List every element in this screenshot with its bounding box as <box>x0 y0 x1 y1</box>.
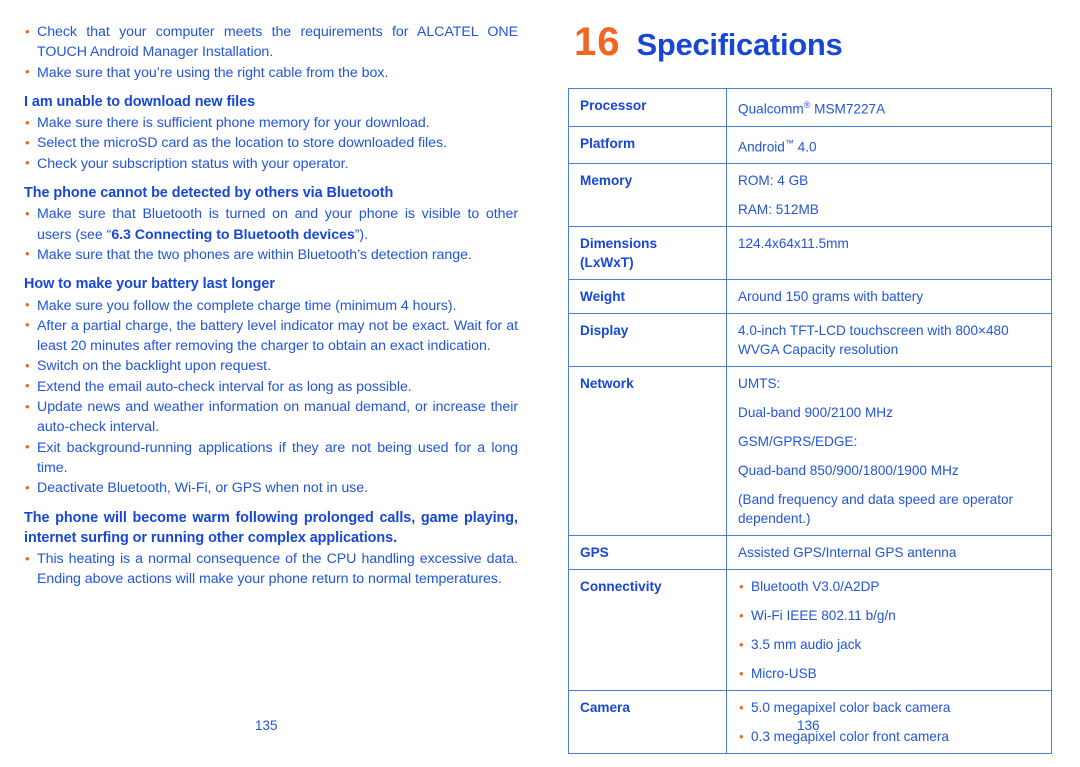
spec-key: Platform <box>568 125 727 165</box>
bullet-item: Make sure that you’re using the right ca… <box>24 62 518 83</box>
spec-key: GPS <box>568 535 727 571</box>
spec-value: 4.0-inch TFT-LCD touchscreen with 800×48… <box>726 313 1052 368</box>
bullet-item: Make sure that Bluetooth is turned on an… <box>24 204 518 245</box>
section-heading: The phone cannot be detected by others v… <box>24 185 394 202</box>
spec-value-bullet: Bluetooth V3.0/A2DP <box>738 577 1042 596</box>
spec-value: Assisted GPS/Internal GPS antenna <box>726 535 1052 571</box>
spec-key: Camera <box>568 690 727 755</box>
bullet-text-post: ”). <box>354 226 368 243</box>
section-heading: The phone will become warm following pro… <box>24 509 518 546</box>
table-row: Platform Android™ 4.0 <box>568 125 1052 165</box>
spec-value-bullet: 3.5 mm audio jack <box>738 635 1042 654</box>
bullet-item: Exit background-running applications if … <box>24 437 518 479</box>
spec-key: Memory <box>568 163 727 228</box>
spec-value-bullet: Micro-USB <box>738 664 1042 683</box>
bullet-item: Make sure that the two phones are within… <box>24 244 518 265</box>
spec-value-line: Around 150 grams with battery <box>738 289 924 305</box>
spec-value: Bluetooth V3.0/A2DP Wi-Fi IEEE 802.11 b/g… <box>726 569 1052 692</box>
bullet-item: Select the microSD card as the location … <box>24 133 518 154</box>
chapter-title: Specifications <box>636 27 843 62</box>
spec-value-line: ROM: 4 GB <box>738 173 809 189</box>
spec-value-line: 4.0-inch TFT-LCD touchscreen with 800×48… <box>738 323 1009 358</box>
registered-mark-icon: ® <box>803 100 811 110</box>
specifications-table: Processor Qualcomm® MSM7227A Platform Andro… <box>568 88 1052 755</box>
table-row: Connectivity Bluetooth V3.0/A2DP Wi-Fi IEE… <box>568 569 1052 692</box>
spec-key: Connectivity <box>568 569 727 692</box>
bullet-item: Switch on the backlight upon request. <box>24 356 518 377</box>
table-row: Processor Qualcomm® MSM7227A <box>568 88 1052 127</box>
chapter-number: 16 <box>574 20 621 64</box>
section-heading: I am unable to download new files <box>24 93 256 110</box>
table-row: Weight Around 150 grams with battery <box>568 279 1052 315</box>
specifications-table-body: Processor Qualcomm® MSM7227A Platform Andro… <box>568 88 1052 755</box>
spec-value: 124.4x64x11.5mm <box>726 226 1052 281</box>
spec-value-line: Android™ 4.0 <box>738 137 817 155</box>
spec-value-line: Assisted GPS/Internal GPS antenna <box>738 545 957 561</box>
document-page: Check that your computer meets the requi… <box>0 0 1080 767</box>
spec-value-line: 124.4x64x11.5mm <box>738 236 849 252</box>
bullet-text-emphasis: 6.3 Connecting to Bluetooth devices <box>111 226 355 243</box>
spec-value: UMTS: Dual-band 900/2100 MHz GSM/GPRS/EDGE… <box>726 366 1052 537</box>
table-row: Network UMTS: Dual-band 900/2100 MHz GSM/GP… <box>568 366 1052 537</box>
table-row: Display 4.0-inch TFT-LCD touchscreen with… <box>568 313 1052 368</box>
section-heading: How to make your battery last longer <box>24 276 275 293</box>
spec-value-bullet: 0.3 megapixel color front camera <box>738 727 1042 746</box>
bullet-item: Deactivate Bluetooth, Wi-Fi, or GPS when… <box>24 478 518 499</box>
chapter-heading: 16 Specifications <box>574 22 1056 62</box>
spec-value: ROM: 4 GB RAM: 512MB <box>726 163 1052 228</box>
spec-value: Android™ 4.0 <box>726 125 1052 165</box>
spec-value-line: Quad-band 850/900/1800/1900 MHz <box>738 463 959 479</box>
spec-value-bullet: 5.0 megapixel color back camera <box>738 698 1042 717</box>
trademark-icon: ™ <box>784 137 794 148</box>
spec-key: Network <box>568 366 727 537</box>
right-column: 16 Specifications Processor Qualcomm® MSM… <box>568 22 1056 755</box>
bullet-item: Extend the email auto-check interval for… <box>24 376 518 397</box>
bullet-item: Check that your computer meets the requi… <box>24 22 518 63</box>
spec-key: Dimensions (LxWxT) <box>568 226 727 281</box>
spec-value-line: RAM: 512MB <box>738 202 819 218</box>
bullet-item: Check your subscription status with your… <box>24 153 518 174</box>
spec-value-bullet: Wi-Fi IEEE 802.11 b/g/n <box>738 606 1042 625</box>
spec-value-line: GSM/GPRS/EDGE: <box>738 434 858 450</box>
bullet-item: After a partial charge, the battery leve… <box>24 315 518 357</box>
spec-key: Display <box>568 313 727 368</box>
spec-value: Around 150 grams with battery <box>726 279 1052 315</box>
table-row: GPS Assisted GPS/Internal GPS antenna <box>568 535 1052 571</box>
spec-value: 5.0 megapixel color back camera 0.3 megap… <box>726 690 1052 755</box>
bullet-item: Make sure there is sufficient phone memo… <box>24 113 518 134</box>
spec-value: Qualcomm® MSM7227A <box>726 88 1052 127</box>
spec-value-line: Dual-band 900/2100 MHz <box>738 405 893 421</box>
spec-key: Weight <box>568 279 727 315</box>
page-number-left: 135 <box>255 718 278 733</box>
bullet-item: Update news and weather information on m… <box>24 397 518 438</box>
left-text-column: Check that your computer meets the requi… <box>24 22 518 590</box>
page-number-right: 136 <box>797 718 820 733</box>
bullet-item: Make sure you follow the complete charge… <box>24 295 518 316</box>
table-row: Dimensions (LxWxT) 124.4x64x11.5mm <box>568 226 1052 281</box>
spec-value-line: Qualcomm® MSM7227A <box>738 100 886 117</box>
spec-value-line: (Band frequency and data speed are opera… <box>738 492 1014 527</box>
spec-key: Processor <box>568 88 727 127</box>
table-row: Memory ROM: 4 GB RAM: 512MB <box>568 163 1052 228</box>
bullet-item: This heating is a normal consequence of … <box>24 549 518 590</box>
spec-value-line: UMTS: <box>738 376 781 392</box>
